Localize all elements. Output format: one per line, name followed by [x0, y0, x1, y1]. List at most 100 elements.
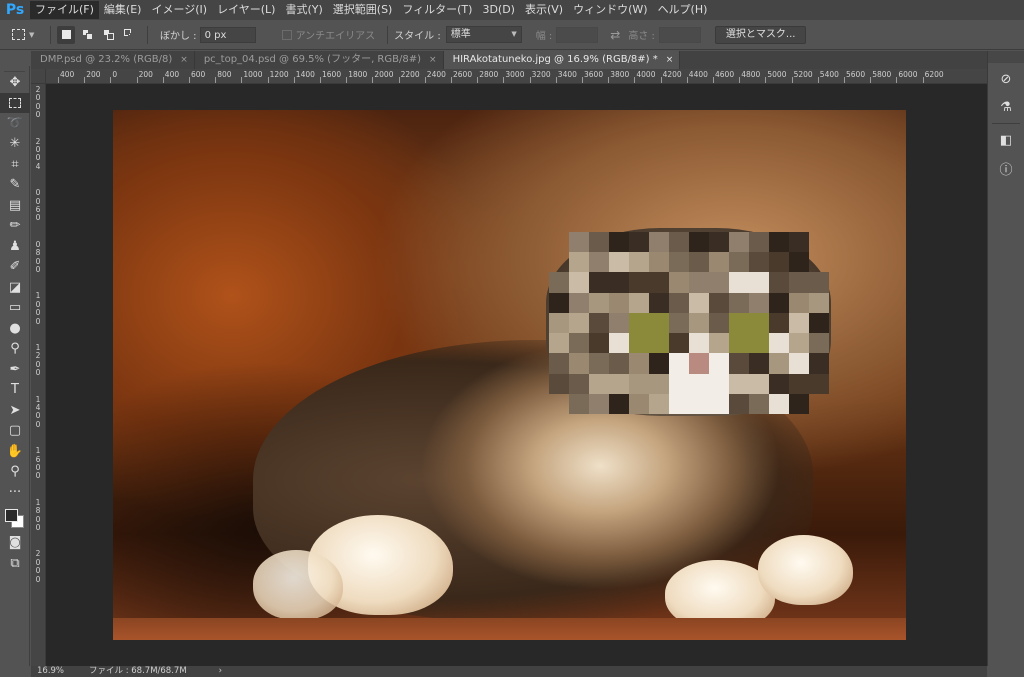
path-selection-tool[interactable]: ➤ [0, 400, 30, 421]
ruler-label: 6000 [898, 70, 918, 79]
ruler-label: 800 [217, 70, 232, 79]
pen-tool[interactable]: ✒ [0, 359, 30, 380]
mosaic-cell [689, 312, 709, 334]
mosaic-cell [569, 353, 589, 374]
mosaic-cell [649, 232, 669, 253]
mosaic-cell [809, 292, 829, 313]
panel-grip[interactable] [988, 51, 1024, 63]
menu-edit[interactable]: 編集(E) [99, 1, 147, 19]
mosaic-cell [709, 252, 729, 273]
brush-tool[interactable]: ✏ [0, 216, 30, 237]
clone-stamp-tool[interactable]: ♟ [0, 236, 30, 257]
menu-help[interactable]: ヘルプ(H) [653, 1, 713, 19]
screen-mode-button[interactable]: ⧉ [0, 553, 30, 574]
ruler-origin[interactable] [31, 69, 46, 84]
ruler-tick [555, 77, 557, 83]
dodge-tool[interactable]: ⚲ [0, 339, 30, 360]
menu-view[interactable]: 表示(V) [520, 1, 568, 19]
mosaic-cell [709, 272, 729, 293]
new-selection-icon [61, 30, 71, 39]
cat-photo[interactable] [113, 110, 906, 640]
mosaic-cell [689, 232, 709, 253]
mosaic-cell [809, 312, 829, 334]
close-icon[interactable]: × [429, 51, 437, 69]
select-and-mask-button[interactable]: 選択とマスク... [714, 25, 807, 44]
menu-3d[interactable]: 3D(D) [477, 1, 520, 19]
menu-image[interactable]: イメージ(I) [146, 1, 212, 19]
mosaic-cell [809, 394, 829, 414]
tab-dmp[interactable]: DMP.psd @ 23.2% (RGB/8) × [31, 51, 195, 69]
mosaic-cell [769, 393, 789, 414]
intersect-selection-button[interactable] [120, 26, 138, 44]
gradient-tool[interactable]: ▭ [0, 298, 30, 319]
marquee-tool[interactable] [0, 92, 30, 113]
tools-panel: ✥ ➰ ✳ ⌗ ✎ ▤ ✏ ♟ ✐ ◪ ▭ ● ⚲ ✒ T ➤ ▢ ✋ ⚲ ··· ◙ ⧉ [0, 66, 30, 666]
menu-type[interactable]: 書式(Y) [280, 1, 327, 19]
close-icon[interactable]: × [180, 51, 188, 69]
blur-tool[interactable]: ● [0, 318, 30, 339]
crop-tool[interactable]: ⌗ [0, 154, 30, 175]
ruler-tick [660, 77, 662, 83]
document-size: ファイル : 68.7M/68.7M [89, 666, 187, 676]
mosaic-cell [709, 232, 729, 253]
tab-pc-top[interactable]: pc_top_04.psd @ 69.5% (フッター, RGB/8#) × [195, 51, 444, 69]
zoom-level[interactable]: 16.9% [31, 666, 79, 677]
healing-brush-tool[interactable]: ▤ [0, 195, 30, 216]
add-to-selection-button[interactable] [78, 26, 96, 44]
ruler-tick [582, 77, 583, 83]
menu-file[interactable]: ファイル(F) [30, 1, 99, 19]
type-tool[interactable]: T [0, 380, 30, 401]
color-swatches[interactable] [0, 503, 30, 533]
eraser-tool[interactable]: ◪ [0, 277, 30, 298]
edit-toolbar[interactable]: ··· [0, 482, 30, 503]
lasso-tool[interactable]: ➰ [0, 113, 30, 134]
new-selection-button[interactable] [57, 25, 75, 44]
info-icon[interactable]: ⓘ [993, 156, 1019, 180]
menu-window[interactable]: ウィンドウ(W) [568, 1, 652, 19]
canvas-area[interactable] [46, 84, 987, 666]
style-select[interactable]: 標準 ▼ [445, 26, 522, 43]
ruler-label: 0 [35, 316, 41, 326]
width-input[interactable] [556, 26, 599, 43]
history-brush-tool[interactable]: ✐ [0, 257, 30, 278]
ruler-label: 5800 [872, 70, 892, 79]
magic-wand-tool[interactable]: ✳ [0, 134, 30, 155]
quick-mask-button[interactable]: ◙ [0, 533, 30, 554]
mosaic-cell [809, 232, 829, 252]
ruler-label: 3400 [557, 70, 577, 79]
mosaic-cell [569, 393, 589, 414]
mosaic-cell [729, 333, 749, 354]
antialias-checkbox[interactable] [281, 29, 292, 40]
tab-label: pc_top_04.psd @ 69.5% (フッター, RGB/8#) [203, 54, 422, 65]
move-tool[interactable]: ✥ [0, 72, 30, 93]
rectangle-tool[interactable]: ▢ [0, 421, 30, 442]
eyedropper-tool[interactable]: ✎ [0, 175, 30, 196]
zoom-tool[interactable]: ⚲ [0, 462, 30, 483]
menu-select[interactable]: 選択範囲(S) [328, 1, 398, 19]
menu-layer[interactable]: レイヤー(L) [212, 1, 280, 19]
status-menu-arrow-icon[interactable]: › [219, 666, 222, 677]
ruler-label: 1 [35, 446, 41, 456]
mosaic-cell [549, 394, 569, 414]
mosaic-cell [789, 272, 809, 293]
mosaic-cell [629, 292, 649, 313]
cat-paw-right-2 [758, 535, 853, 605]
mosaic-cell [549, 232, 569, 252]
close-icon[interactable]: × [666, 51, 674, 69]
foreground-color[interactable] [5, 508, 18, 522]
adjustments-icon[interactable]: ⚗ [993, 95, 1019, 119]
hand-tool[interactable]: ✋ [0, 441, 30, 462]
vertical-ruler[interactable]: 2000200400600800100012001400160018002000 [31, 84, 46, 666]
subtract-selection-button[interactable] [99, 26, 117, 44]
feather-input[interactable]: 0 px [199, 26, 256, 43]
ruler-label: 3800 [610, 70, 630, 79]
mosaic-cell [729, 252, 749, 273]
tool-preset-picker[interactable]: ▼ [12, 24, 44, 46]
swap-dimensions-icon[interactable]: ⇄ [610, 28, 620, 42]
tab-hirakotatuneko[interactable]: HIRAkotatuneko.jpg @ 16.9% (RGB/8#) * × [443, 51, 681, 69]
properties-icon[interactable]: ◧ [993, 128, 1019, 152]
menu-filter[interactable]: フィルター(T) [397, 1, 477, 19]
horizontal-ruler[interactable]: 400 200 0 200 400 600 800 1000 1200 1400 1600 1800 2… [46, 69, 987, 84]
libraries-icon[interactable]: ⊘ [993, 67, 1019, 91]
height-input[interactable] [658, 26, 701, 43]
